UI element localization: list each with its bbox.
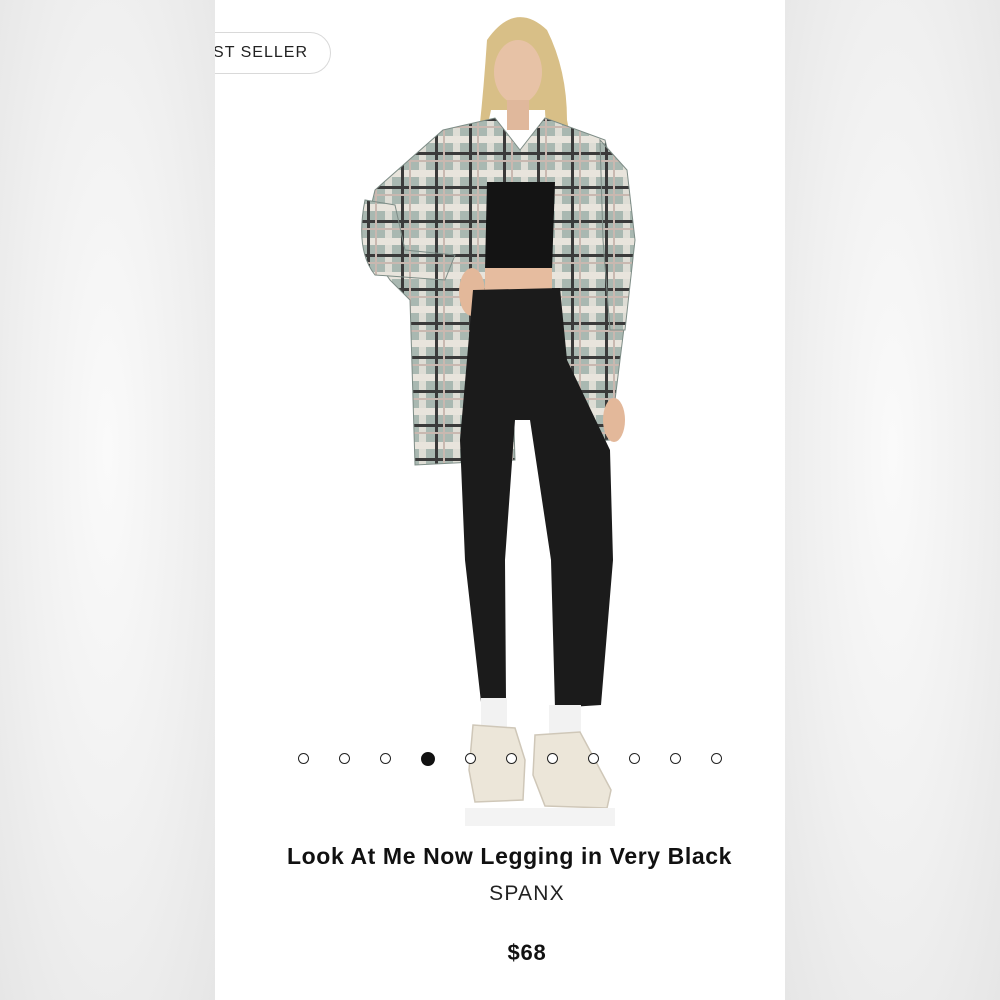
blurred-backdrop-right — [785, 0, 1000, 1000]
carousel-dot-11[interactable] — [711, 753, 722, 764]
carousel-dot-5[interactable] — [465, 753, 476, 764]
best-seller-badge: EST SELLER — [215, 32, 331, 74]
product-screen: EST SELLER Look At Me Now Legging in Ver… — [215, 0, 785, 1000]
carousel-pagination — [298, 752, 722, 766]
carousel-dot-3[interactable] — [380, 753, 391, 764]
carousel-dot-7[interactable] — [547, 753, 558, 764]
carousel-dot-2[interactable] — [339, 753, 350, 764]
carousel-dot-6[interactable] — [506, 753, 517, 764]
best-seller-badge-label: EST SELLER — [215, 44, 308, 61]
product-title: Look At Me Now Legging in Very Black — [287, 843, 733, 869]
product-image[interactable] — [215, 0, 785, 830]
carousel-dot-4-active[interactable] — [421, 752, 435, 766]
carousel-dot-1[interactable] — [298, 753, 309, 764]
carousel-dot-9[interactable] — [629, 753, 640, 764]
carousel-dot-8[interactable] — [588, 753, 599, 764]
product-brand[interactable]: SPANX — [215, 882, 785, 906]
blurred-backdrop-left — [0, 0, 215, 1000]
carousel-dot-10[interactable] — [670, 753, 681, 764]
product-price: $68 — [507, 940, 547, 965]
